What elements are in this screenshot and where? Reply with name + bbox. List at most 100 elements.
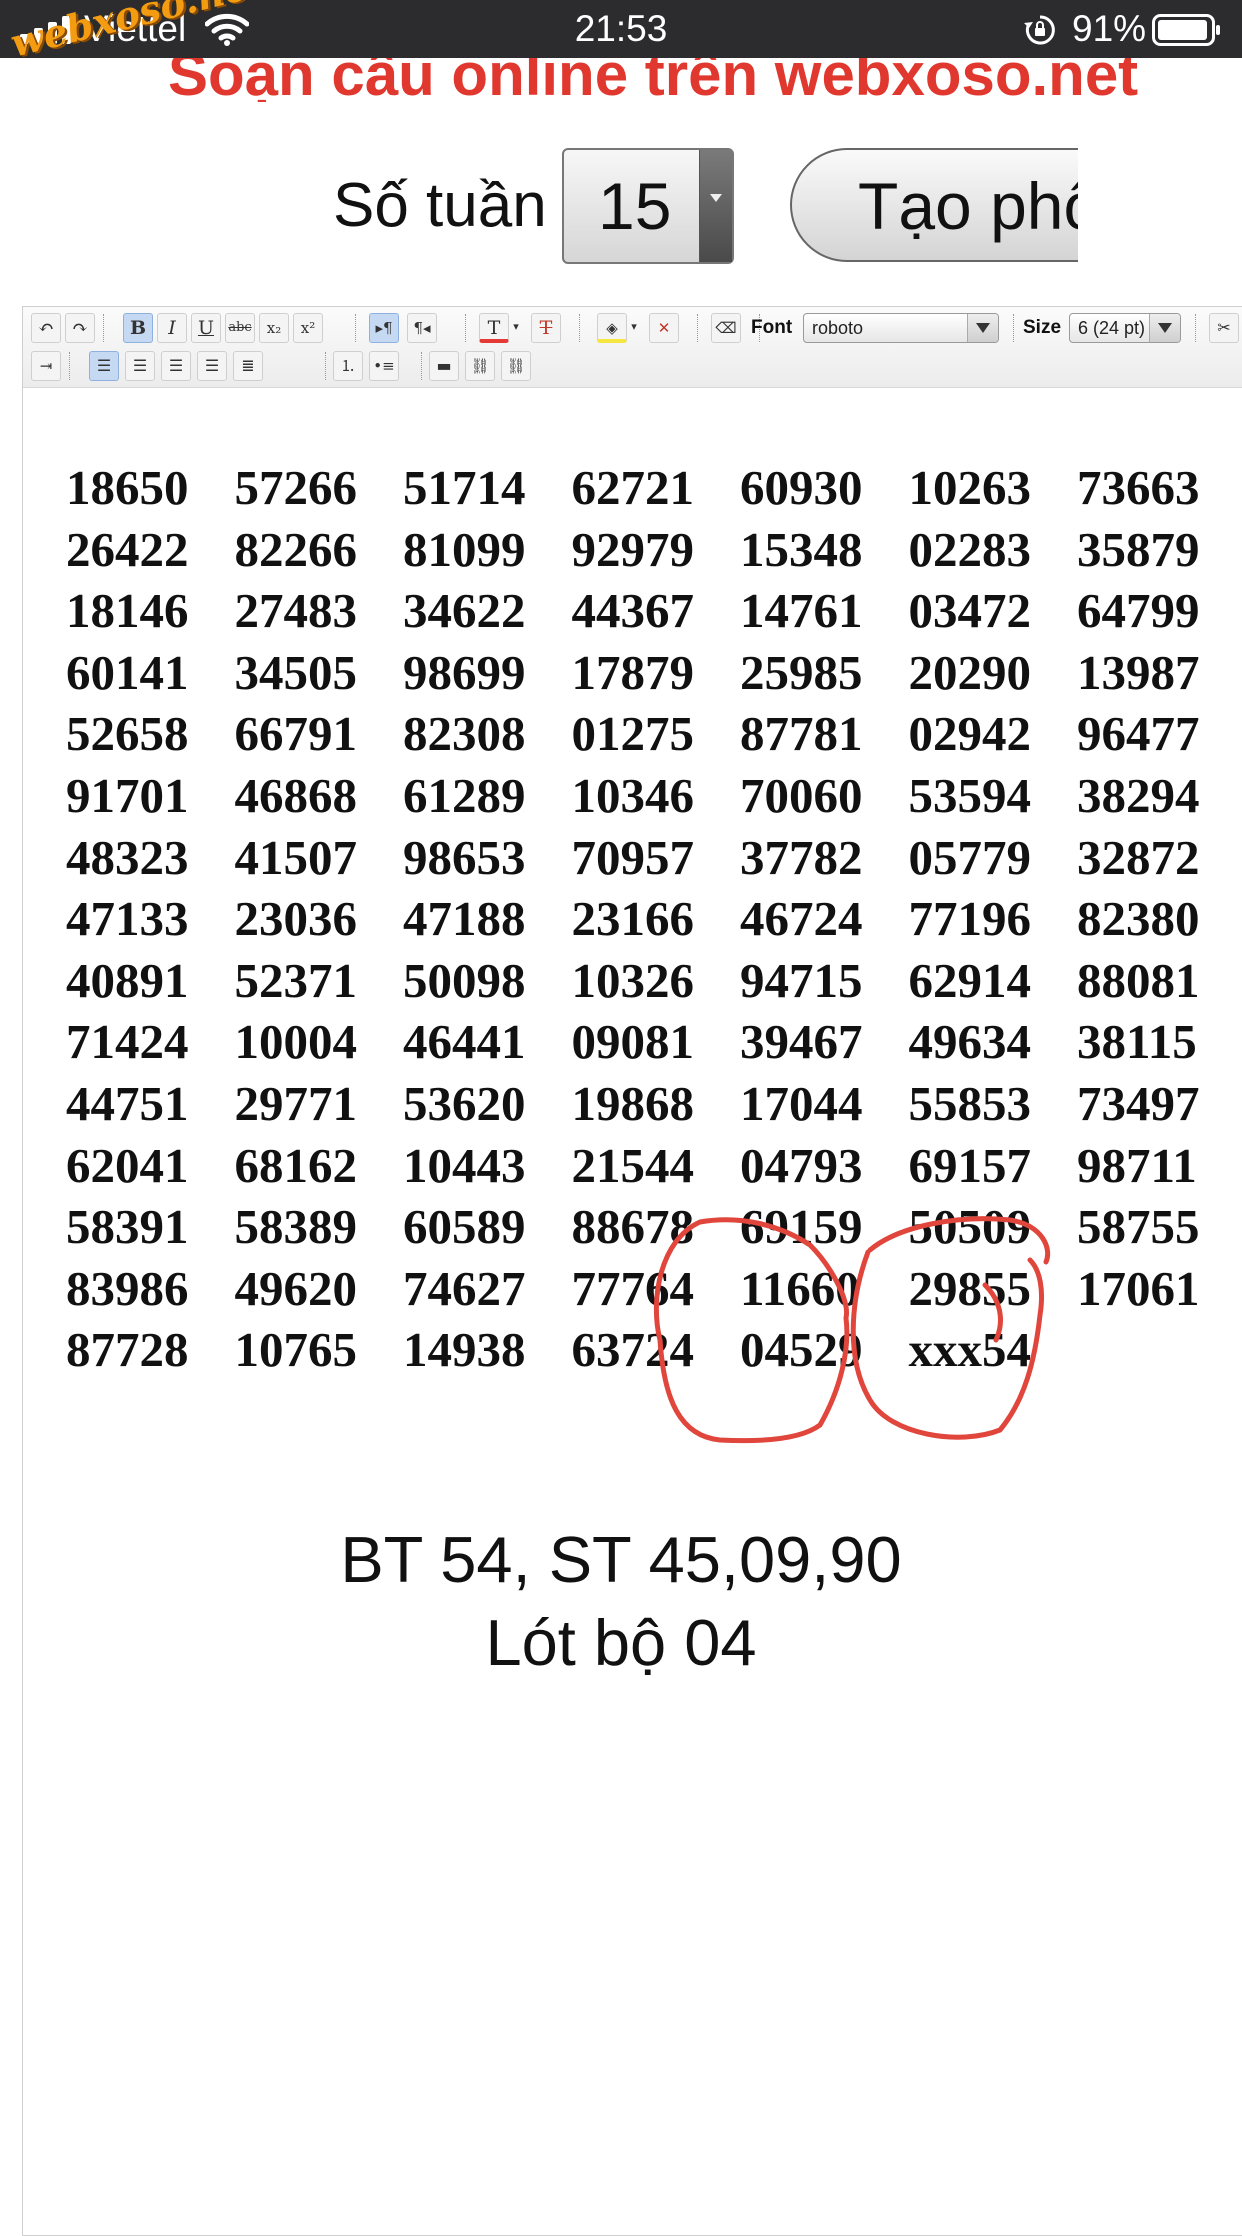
indent-icon[interactable]: ⇥: [31, 351, 61, 381]
number-cell: 17044: [740, 1076, 863, 1131]
superscript-icon[interactable]: x²: [293, 313, 323, 343]
text-color-dropdown-icon[interactable]: ▾: [509, 313, 523, 343]
background-color-icon[interactable]: ◈: [597, 313, 627, 343]
unlink-icon[interactable]: ⛓: [501, 351, 531, 381]
battery-percent: 91%: [1072, 8, 1147, 49]
toolbar-separator: [69, 352, 71, 380]
font-select[interactable]: roboto: [803, 313, 999, 343]
number-cell: 60930: [740, 460, 863, 515]
number-cell: 49634: [908, 1014, 1032, 1070]
result-line-2: Lót bộ 04: [485, 1606, 757, 1679]
banner-area: Soạn cầu online trên webxoso.net: [0, 58, 1242, 102]
bold-icon[interactable]: B: [123, 313, 153, 343]
number-cell: 57266: [234, 460, 358, 515]
number-cell: 23036: [234, 891, 358, 947]
redo-icon[interactable]: ↷: [65, 313, 95, 343]
number-cell: 19868: [571, 1076, 695, 1131]
number-cell: 10263: [908, 460, 1032, 515]
number-cell: 34505: [234, 644, 358, 700]
number-cell: 48323: [66, 829, 189, 885]
toolbar-separator: [325, 352, 327, 380]
rtl-direction-icon[interactable]: ¶◂: [407, 313, 437, 343]
number-cell: 39467: [740, 1014, 863, 1070]
number-cell: 46441: [403, 1014, 526, 1070]
align-right-icon[interactable]: ☰: [161, 351, 191, 381]
background-color-dropdown-icon[interactable]: ▾: [627, 313, 641, 343]
number-cell: 10326: [571, 952, 695, 1008]
number-cell: 18650: [66, 460, 189, 515]
italic-icon[interactable]: I: [157, 313, 187, 343]
number-cell: 34622: [403, 583, 526, 639]
size-select[interactable]: 6 (24 pt): [1069, 313, 1181, 343]
undo-icon[interactable]: ↶: [31, 313, 61, 343]
number-cell: 18146: [66, 583, 189, 639]
dropdown-arrow-icon: [699, 150, 732, 262]
number-cell: 73663: [1077, 460, 1200, 515]
number-cell: 70060: [740, 768, 863, 823]
ltr-direction-icon[interactable]: ▸¶: [369, 313, 399, 343]
subscript-icon[interactable]: x₂: [259, 313, 289, 343]
number-cell: 60141: [66, 644, 189, 700]
number-cell: 29771: [234, 1076, 358, 1131]
align-left-icon[interactable]: ☰: [89, 351, 119, 381]
number-cell: 77196: [908, 891, 1032, 947]
align-full-icon[interactable]: ≣: [233, 351, 263, 381]
toolbar-separator: [1013, 314, 1015, 342]
number-cell: 21544: [571, 1137, 695, 1193]
number-cell: 55853: [908, 1076, 1032, 1131]
number-cell: 58755: [1077, 1199, 1200, 1255]
number-cell: 38294: [1077, 768, 1200, 823]
number-cell: 46724: [740, 891, 863, 947]
number-cell: 62914: [908, 952, 1032, 1008]
number-cell: 64799: [1077, 583, 1200, 639]
cut-icon[interactable]: ✂: [1209, 313, 1239, 343]
number-cell: 37782: [740, 829, 863, 885]
create-button[interactable]: Tạo phôi: [790, 148, 1078, 262]
link-icon[interactable]: ⛓: [465, 351, 495, 381]
number-cell: 51714: [403, 460, 526, 515]
number-cell: 02283: [908, 521, 1032, 577]
number-cell: 96477: [1077, 706, 1200, 762]
number-cell: 82308: [403, 706, 526, 762]
number-cell: 05779: [908, 829, 1032, 885]
weeks-select[interactable]: 15: [562, 148, 734, 264]
size-select-value: 6 (24 pt): [1078, 318, 1146, 338]
number-cell: 77764: [571, 1260, 695, 1316]
number-cell: 82266: [234, 521, 358, 577]
number-cell: 47188: [403, 891, 526, 947]
number-cell: xxx54: [908, 1322, 1032, 1378]
number-cell: 17879: [571, 644, 695, 700]
eraser-icon[interactable]: ⌫: [711, 313, 741, 343]
align-justify-icon[interactable]: ☰: [197, 351, 227, 381]
rich-text-editor[interactable]: ↶ ↷ B I U abc x₂ x² ▸¶ ¶◂ T ▾ T ◈ ▾ ✕ ⌫ …: [22, 306, 1242, 2236]
number-cell: 82380: [1077, 891, 1200, 947]
number-cell: 92979: [571, 521, 695, 577]
number-cell: 35879: [1077, 521, 1200, 577]
number-cell: 53620: [403, 1076, 526, 1131]
number-cell: 58391: [66, 1199, 189, 1255]
ordered-list-icon[interactable]: ⒈: [333, 351, 363, 381]
align-center-icon[interactable]: ☰: [125, 351, 155, 381]
number-cell: 26422: [66, 521, 189, 577]
strikethrough-icon[interactable]: abc: [225, 313, 255, 343]
toolbar-separator: [421, 352, 423, 380]
number-cell: 10443: [403, 1137, 526, 1193]
number-cell: 14761: [740, 583, 863, 639]
number-cell: 23166: [571, 891, 695, 947]
number-cell: 29855: [908, 1260, 1032, 1316]
number-cell: 09081: [571, 1014, 695, 1070]
toolbar-separator: [697, 314, 699, 342]
number-cell: 53594: [908, 768, 1032, 823]
unordered-list-icon[interactable]: •≡: [369, 351, 399, 381]
number-cell: 74627: [403, 1260, 526, 1316]
font-label: Font: [751, 317, 793, 338]
text-color-icon[interactable]: T: [479, 313, 509, 343]
horizontal-rule-icon[interactable]: ▬: [429, 351, 459, 381]
number-cell: 15348: [740, 521, 863, 577]
number-cell: 13987: [1077, 644, 1200, 700]
underline-icon[interactable]: U: [191, 313, 221, 343]
number-cell: 10004: [234, 1014, 358, 1070]
remove-format-icon[interactable]: T: [531, 313, 561, 343]
remove-background-icon[interactable]: ✕: [649, 313, 679, 343]
toolbar-separator: [355, 314, 357, 342]
